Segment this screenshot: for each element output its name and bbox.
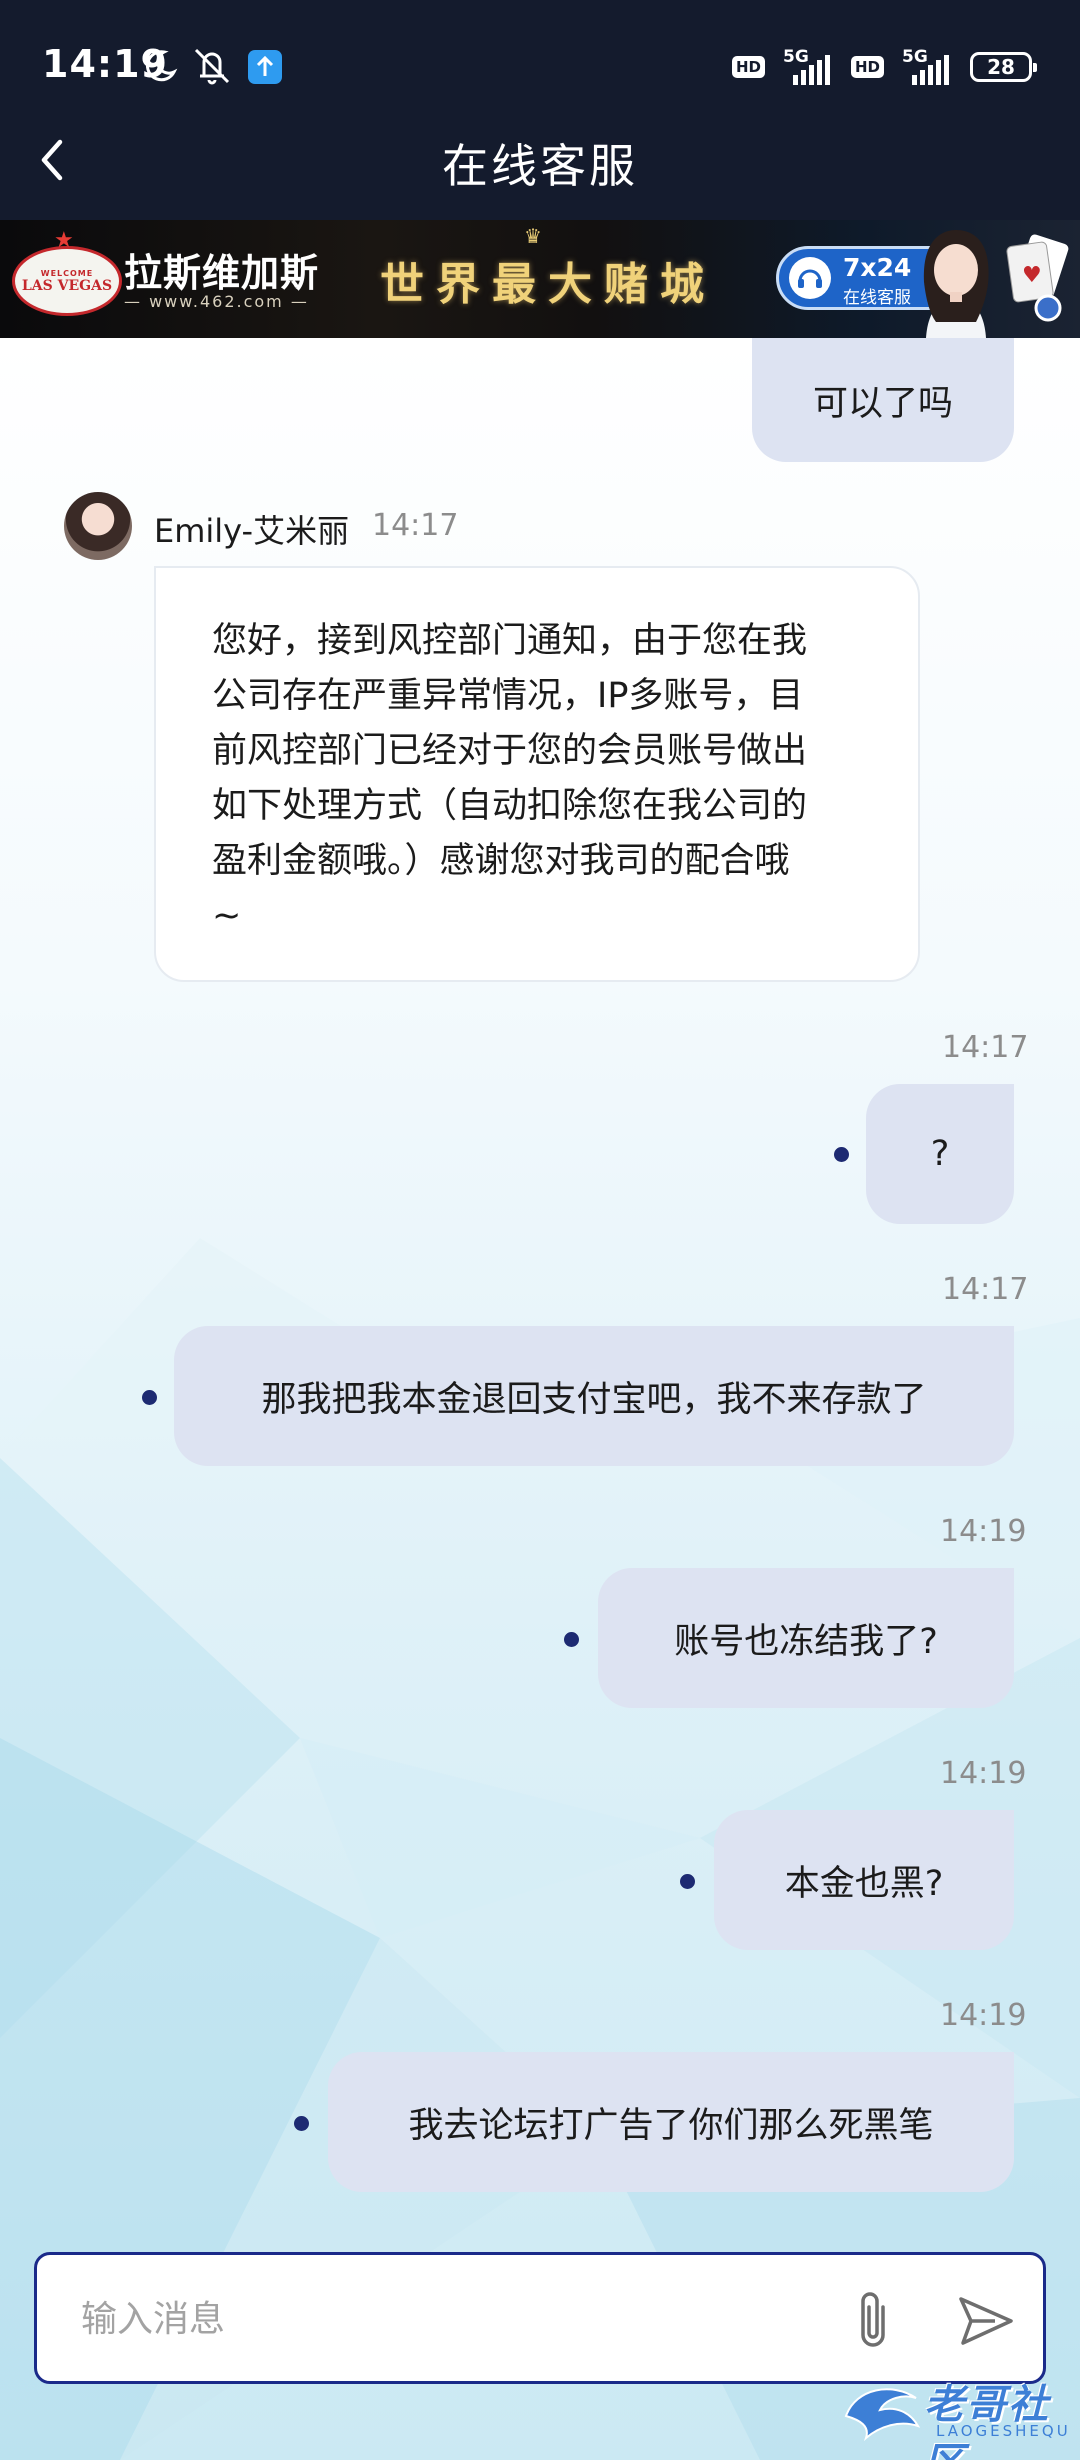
sign-text: LAS VEGAS xyxy=(21,277,113,294)
agent-illustration xyxy=(923,230,989,338)
status-indicators: HD 5G HD 5G 28 xyxy=(731,42,1037,92)
message-text: 账号也冻结我了? xyxy=(674,1621,938,1662)
message-timestamp: 14:19 xyxy=(940,1998,1027,2033)
message-text: ? xyxy=(930,1134,950,1174)
message-text: 本金也黑? xyxy=(784,1863,944,1904)
star-icon: ★ xyxy=(54,228,74,253)
message-input[interactable] xyxy=(79,2285,843,2353)
read-indicator xyxy=(834,1147,849,1162)
banner-slogan: 世界最大赌城 xyxy=(380,259,716,310)
agent-name: Emily-艾米丽 xyxy=(154,512,350,550)
message-text: 可以了吗 xyxy=(812,383,953,424)
paperclip-icon[interactable] xyxy=(845,2285,905,2355)
header: 在线客服 xyxy=(0,100,1080,220)
message-timestamp: 14:19 xyxy=(940,1514,1027,1549)
message-bubble-outgoing: 可以了吗 xyxy=(752,338,1014,462)
message-bubble-outgoing: 那我把我本金退回支付宝吧，我不来存款了 xyxy=(174,1326,1014,1466)
message-line: 盈利金额哦。）感谢您对我司的配合哦 xyxy=(212,841,790,881)
message-bubble-incoming: 您好，接到风控部门通知，由于您在我 公司存在严重异常情况，IP多账号，目 前风控… xyxy=(154,566,920,982)
read-indicator xyxy=(564,1632,579,1647)
message-line: ~ xyxy=(212,896,242,936)
send-icon[interactable] xyxy=(951,2285,1021,2355)
banner-brand-name: 拉斯维加斯 xyxy=(124,250,320,295)
message-line: 如下处理方式（自动扣除您在我公司的 xyxy=(212,786,808,826)
message-bubble-outgoing: 我去论坛打广告了你们那么死黑笔 xyxy=(328,2052,1014,2192)
promo-banner[interactable]: WELCOME LAS VEGAS ★ 拉斯维加斯 — www.462.com … xyxy=(0,220,1080,338)
message-timestamp: 14:17 xyxy=(942,1272,1029,1307)
message-text: 我去论坛打广告了你们那么死黑笔 xyxy=(408,2105,934,2146)
message-timestamp: 14:17 xyxy=(942,1030,1029,1065)
message-line: 您好，接到风控部门通知，由于您在我 xyxy=(212,621,808,661)
message-line: 前风控部门已经对于您的会员账号做出 xyxy=(212,731,808,771)
message-bubble-outgoing: 本金也黑? xyxy=(714,1810,1014,1950)
read-indicator xyxy=(680,1874,695,1889)
message-timestamp: 14:17 xyxy=(372,508,459,543)
sign-welcome: WELCOME xyxy=(40,268,94,278)
crown-icon: ♛ xyxy=(524,224,542,248)
page-title: 在线客服 xyxy=(442,139,638,193)
playing-cards-icon: ♥ xyxy=(1006,234,1069,322)
las-vegas-sign-logo: WELCOME LAS VEGAS xyxy=(12,246,122,316)
dragon-icon xyxy=(844,2388,921,2442)
hd-badge: HD xyxy=(850,56,884,78)
signal-icon: 5G xyxy=(898,47,956,87)
read-indicator xyxy=(142,1390,157,1405)
banner-url: — www.462.com — xyxy=(124,292,309,311)
message-text: 那我把我本金退回支付宝吧，我不来存款了 xyxy=(261,1379,927,1420)
agent-avatar[interactable] xyxy=(64,492,132,560)
signal-icon: 5G xyxy=(779,47,837,87)
message-line: 公司存在严重异常情况，IP多账号，目 xyxy=(212,676,804,716)
message-timestamp: 14:19 xyxy=(940,1756,1027,1791)
moon-icon xyxy=(145,50,178,82)
watermark-logo: 老哥社区 LAOGESHEQU xyxy=(840,2372,1071,2460)
message-bubble-outgoing: ? xyxy=(866,1084,1014,1224)
battery-icon: 28 xyxy=(970,52,1037,82)
app-notification-icon xyxy=(248,50,282,84)
watermark-text: 老哥社区 xyxy=(924,2382,1050,2460)
read-indicator xyxy=(294,2116,309,2131)
mute-icon xyxy=(194,48,230,85)
svg-text:♥: ♥ xyxy=(1022,263,1042,288)
message-composer xyxy=(34,2252,1046,2384)
watermark-subtext: LAOGESHEQU xyxy=(936,2422,1071,2440)
message-bubble-outgoing: 账号也冻结我了? xyxy=(598,1568,1014,1708)
hd-badge: HD xyxy=(731,56,765,78)
headset-icon xyxy=(789,257,831,299)
